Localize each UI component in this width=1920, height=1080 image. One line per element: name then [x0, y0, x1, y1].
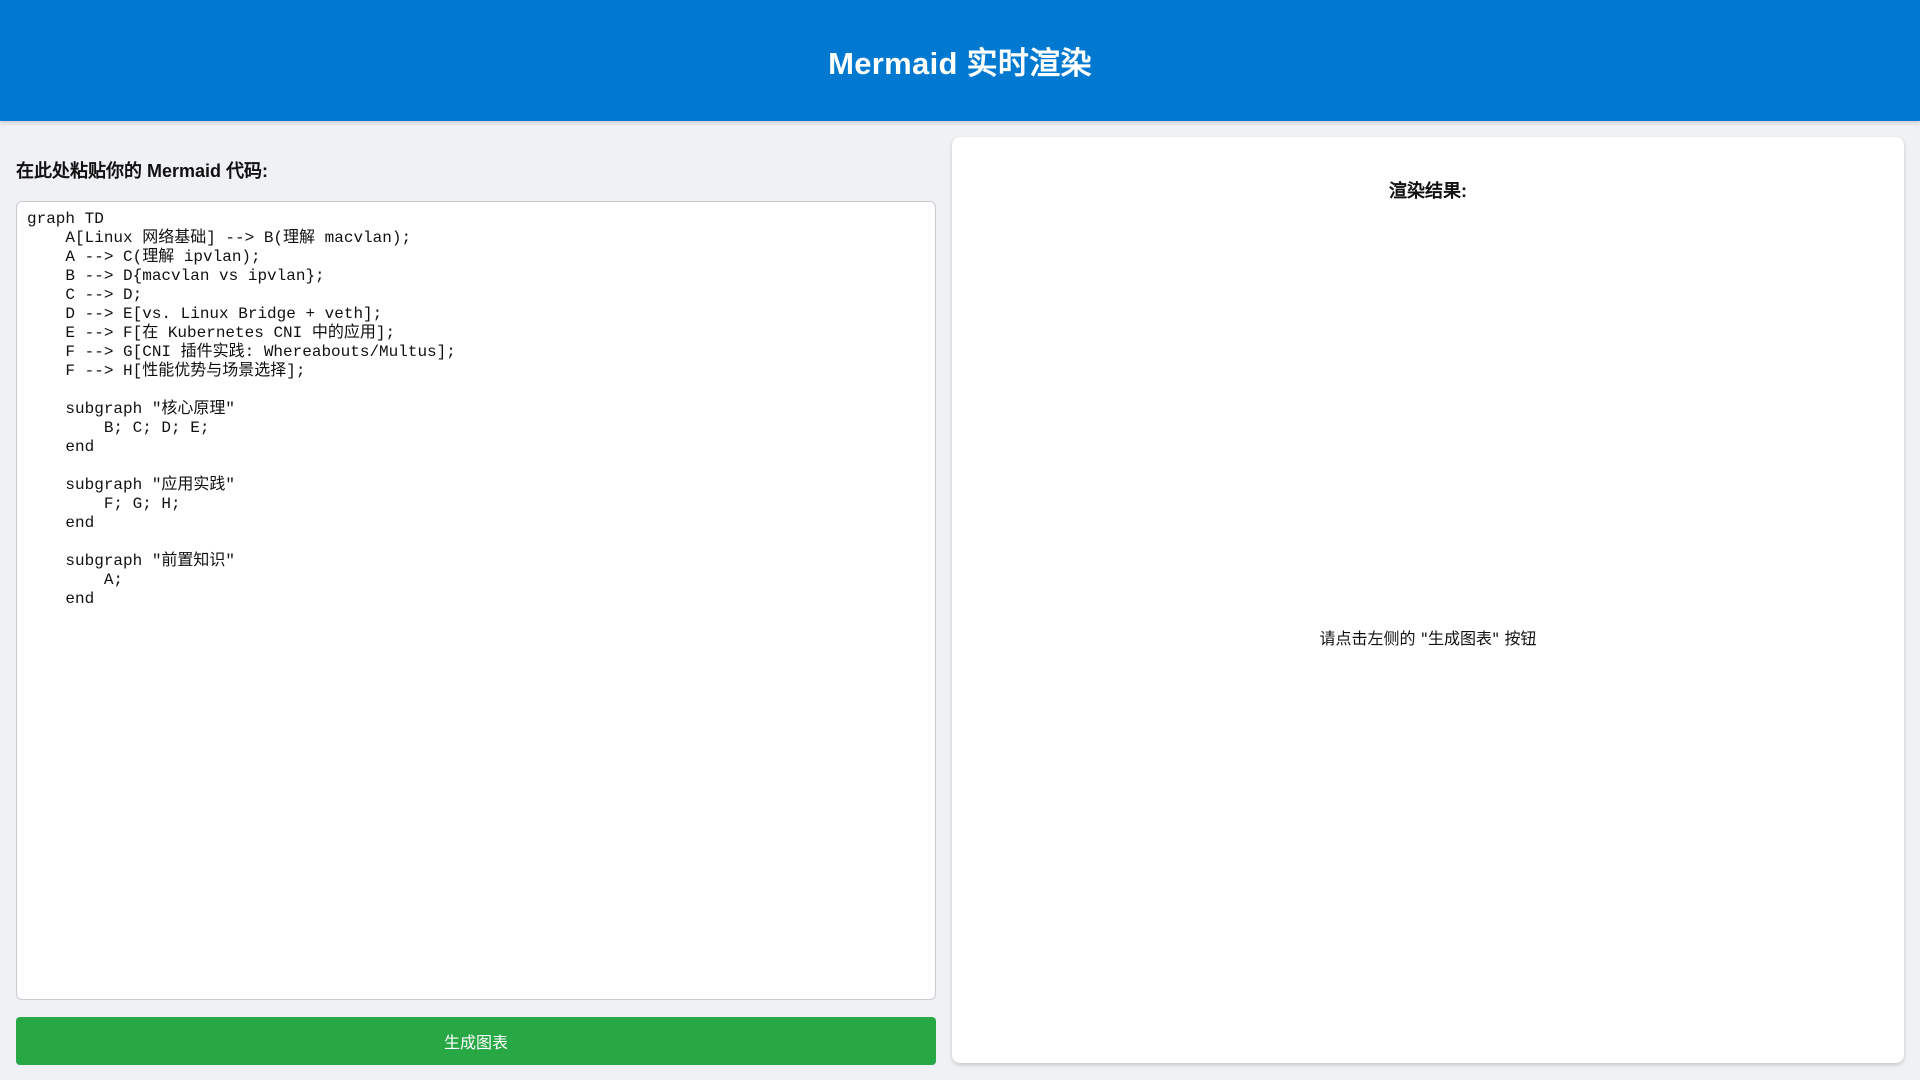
editor-panel: 在此处粘贴你的 Mermaid 代码: graph TD A[Linux 网络基… — [16, 137, 936, 1065]
mermaid-code-input[interactable]: graph TD A[Linux 网络基础] --> B(理解 macvlan)… — [16, 201, 936, 1000]
generate-chart-button[interactable]: 生成图表 — [16, 1017, 936, 1065]
result-label: 渲染结果: — [1389, 181, 1467, 201]
editor-label: 在此处粘贴你的 Mermaid 代码: — [16, 161, 269, 181]
page-title: Mermaid 实时渲染 — [828, 46, 1092, 81]
result-placeholder-text: 请点击左侧的 "生成图表" 按钮 — [1319, 629, 1537, 648]
app-header: Mermaid 实时渲染 — [0, 0, 1920, 121]
result-panel: 渲染结果: 请点击左侧的 "生成图表" 按钮 — [952, 137, 1904, 1063]
